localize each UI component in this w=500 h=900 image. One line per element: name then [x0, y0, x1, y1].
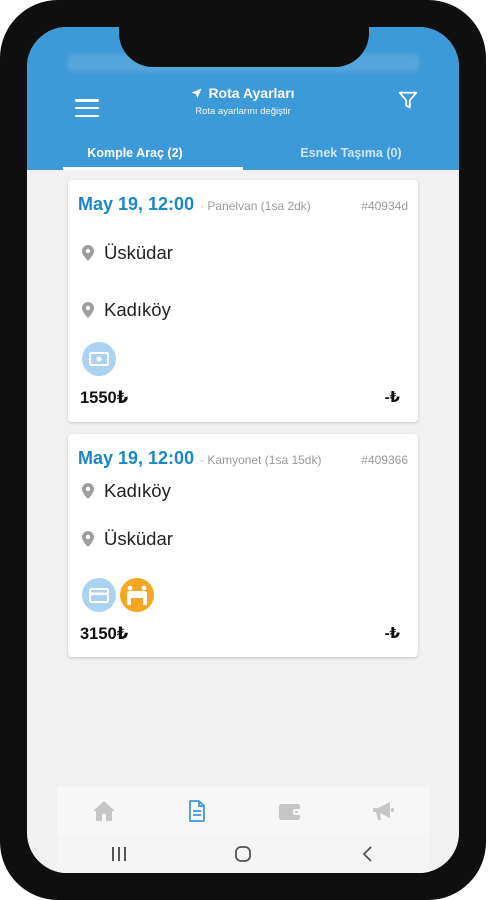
credit-card-icon — [82, 578, 116, 612]
nav-home[interactable] — [84, 795, 124, 827]
pickup-location: Üsküdar — [104, 242, 173, 263]
nav-announcements[interactable] — [363, 795, 403, 827]
hamburger-icon[interactable] — [75, 97, 99, 119]
nav-wallet[interactable] — [270, 795, 310, 827]
job-card[interactable]: May 19, 12:00 · Kamyonet (1sa 15dk) #409… — [68, 434, 418, 657]
bottom-nav — [57, 787, 429, 835]
back-button[interactable] — [347, 840, 387, 868]
job-id: #40934d — [361, 199, 408, 213]
page-subtitle: Rota ayarlarını değiştir — [195, 106, 291, 117]
dropoff-location: Üsküdar — [104, 528, 173, 549]
job-date: May 19, 12:00 — [78, 448, 195, 468]
job-price: 3150₺ — [80, 625, 129, 643]
tab-label: Esnek Taşıma (0) — [300, 145, 402, 160]
job-card[interactable]: May 19, 12:00 · Panelvan (1sa 2dk) #4093… — [68, 180, 418, 422]
home-circle-icon — [235, 846, 251, 862]
navigation-arrow-icon — [191, 88, 202, 98]
system-navigation-bar — [57, 835, 429, 873]
system-home-button[interactable] — [223, 840, 263, 868]
page-title: Rota Ayarları — [208, 85, 295, 101]
tab-label: Komple Araç (2) — [87, 145, 183, 160]
pickup-location: Kadıköy — [104, 480, 171, 501]
job-vehicle: · Panelvan (1sa 2dk) — [200, 199, 311, 213]
job-offer-price: -₺ — [384, 625, 400, 642]
job-vehicle: · Kamyonet (1sa 15dk) — [200, 453, 322, 467]
recents-icon — [112, 847, 126, 861]
location-pin-icon — [82, 483, 94, 499]
job-offer-price: -₺ — [384, 389, 400, 406]
job-price: 1550₺ — [80, 389, 129, 407]
cash-icon — [82, 342, 116, 376]
tab-esnek-tasima[interactable]: Esnek Taşıma (0) — [243, 135, 459, 170]
back-icon — [362, 846, 372, 862]
app-screen: Rota Ayarları Rota ayarlarını değiştir K… — [27, 27, 459, 873]
job-date: May 19, 12:00 — [78, 194, 195, 214]
location-pin-icon — [82, 531, 94, 547]
camera-notch — [119, 27, 369, 67]
dropoff-location: Kadıköy — [104, 299, 171, 320]
home-icon — [92, 801, 115, 821]
nav-documents[interactable] — [177, 795, 217, 827]
movers-icon — [120, 578, 154, 612]
location-pin-icon — [82, 245, 94, 261]
job-id: #409366 — [361, 453, 408, 467]
tab-komple-arac[interactable]: Komple Araç (2) — [27, 135, 243, 170]
tab-bar: Komple Araç (2) Esnek Taşıma (0) — [27, 135, 459, 170]
header-title-group[interactable]: Rota Ayarları Rota ayarlarını değiştir — [123, 85, 363, 117]
location-pin-icon — [82, 302, 94, 318]
filter-icon[interactable] — [397, 89, 419, 111]
megaphone-icon — [372, 802, 394, 820]
recents-button[interactable] — [99, 840, 139, 868]
wallet-icon — [278, 804, 301, 820]
document-icon — [188, 800, 205, 822]
